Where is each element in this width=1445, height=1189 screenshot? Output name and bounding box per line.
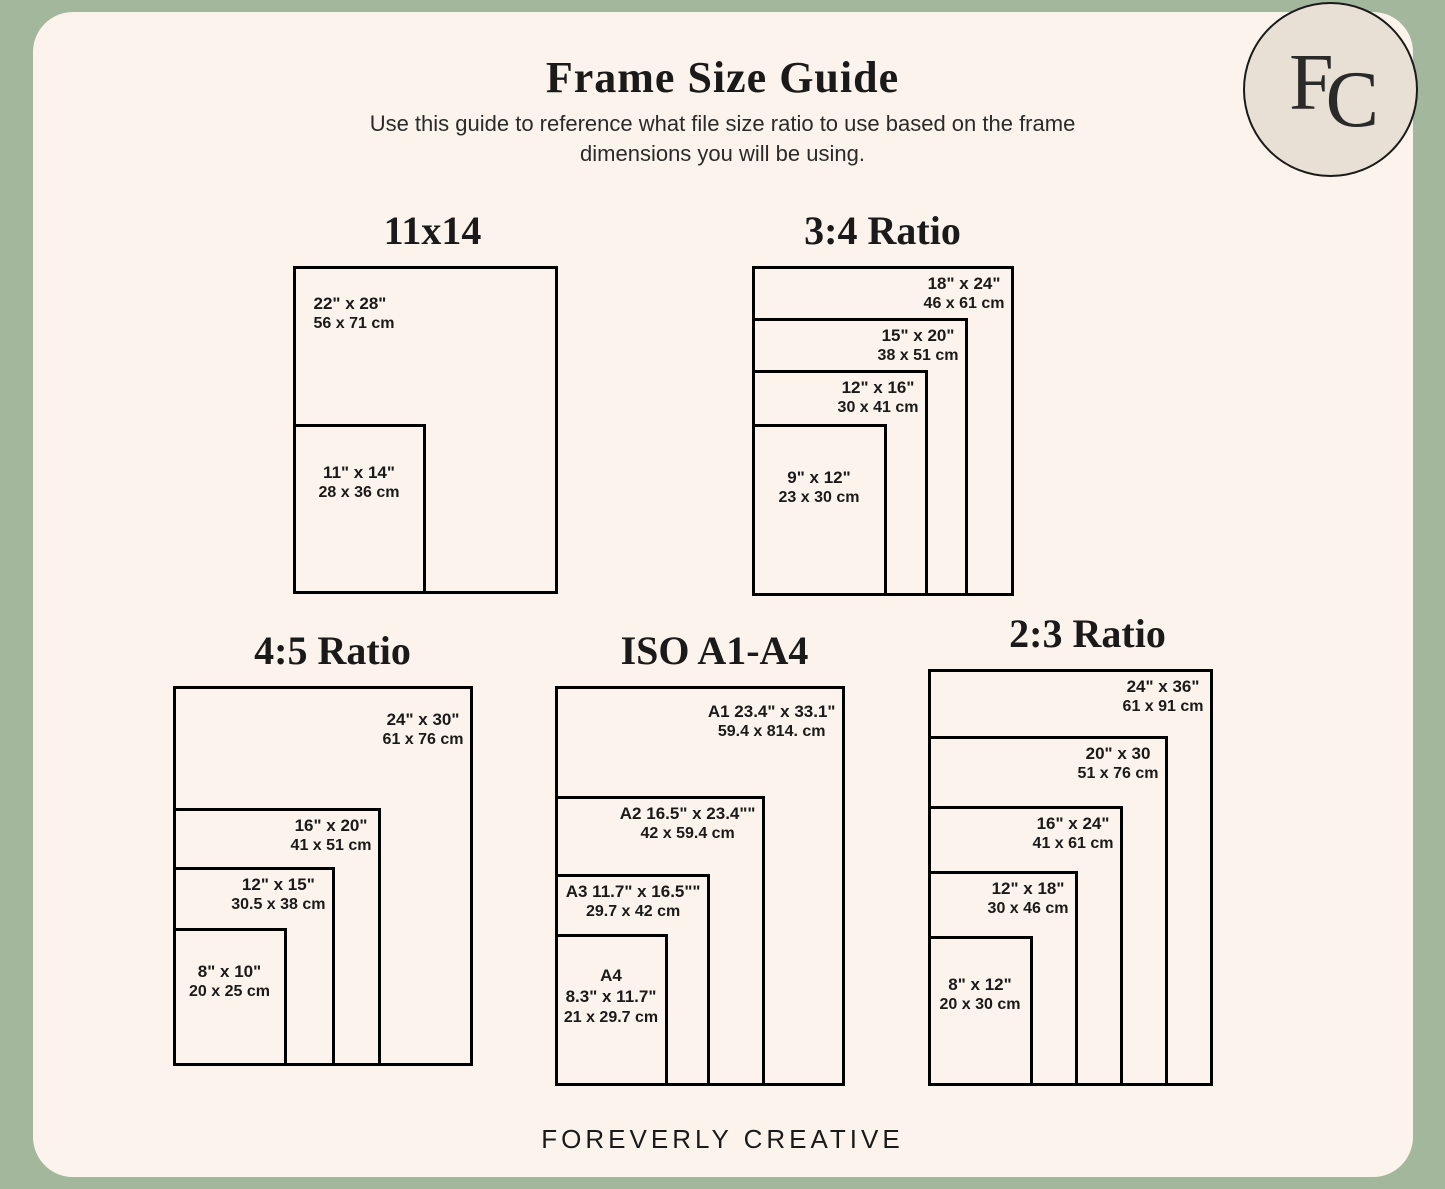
frame-label: 11" x 14" 28 x 36 cm (302, 462, 417, 503)
section-11x14: 11x14 22" x 28" 56 x 71 cm 11" x 14" 28 … (293, 207, 573, 594)
boxes-2-3: 24" x 36" 61 x 91 cm 20" x 30 51 x 76 cm… (928, 669, 1213, 1086)
frame-8x12: 8" x 12" 20 x 30 cm (928, 936, 1033, 1086)
section-title-iso: ISO A1-A4 (555, 627, 875, 674)
frame-label: 8" x 10" 20 x 25 cm (182, 961, 278, 1002)
boxes-11x14: 22" x 28" 56 x 71 cm 11" x 14" 28 x 36 c… (293, 266, 558, 594)
brand-logo: FC (1243, 2, 1418, 177)
logo-letter-c: C (1326, 55, 1371, 146)
section-title-4-5: 4:5 Ratio (173, 627, 493, 674)
frame-label: 12" x 18" 30 x 46 cm (988, 878, 1069, 919)
frame-8x10: 8" x 10" 20 x 25 cm (173, 928, 287, 1066)
section-2-3: 2:3 Ratio 24" x 36" 61 x 91 cm 20" x 30 … (928, 610, 1248, 1086)
frame-label: 12" x 15" 30.5 x 38 cm (231, 874, 325, 915)
frame-label: 18" x 24" 46 x 61 cm (924, 273, 1005, 314)
frame-label: 16" x 20" 41 x 51 cm (291, 815, 372, 856)
section-title-2-3: 2:3 Ratio (928, 610, 1248, 657)
frame-a4: A4 8.3" x 11.7" 21 x 29.7 cm (555, 934, 668, 1086)
page-subtitle: Use this guide to reference what file si… (33, 109, 1413, 168)
section-3-4: 3:4 Ratio 18" x 24" 46 x 61 cm 15" x 20"… (733, 207, 1033, 596)
boxes-4-5: 24" x 30" 61 x 76 cm 16" x 20" 41 x 51 c… (173, 686, 473, 1066)
frame-label: A4 8.3" x 11.7" 21 x 29.7 cm (564, 965, 659, 1028)
frame-label: 15" x 20" 38 x 51 cm (878, 325, 959, 366)
frame-label: 24" x 30" 61 x 76 cm (383, 709, 464, 750)
subtitle-line-1: Use this guide to reference what file si… (370, 111, 1076, 136)
frame-label: 24" x 36" 61 x 91 cm (1123, 676, 1204, 717)
frame-label: 9" x 12" 23 x 30 cm (761, 467, 878, 508)
frame-label: 16" x 24" 41 x 61 cm (1033, 813, 1114, 854)
page-title: Frame Size Guide (33, 52, 1413, 103)
subtitle-line-2: dimensions you will be using. (580, 141, 865, 166)
frame-label: A2 16.5" x 23.4"" 42 x 59.4 cm (620, 803, 756, 844)
frame-label: A3 11.7" x 16.5"" 29.7 x 42 cm (566, 881, 701, 922)
guide-card: FC Frame Size Guide Use this guide to re… (33, 12, 1413, 1177)
boxes-3-4: 18" x 24" 46 x 61 cm 15" x 20" 38 x 51 c… (752, 266, 1014, 596)
frame-label: 20" x 30 51 x 76 cm (1078, 743, 1159, 784)
boxes-iso: A1 23.4" x 33.1" 59.4 x 814. cm A2 16.5"… (555, 686, 845, 1086)
frame-9x12: 9" x 12" 23 x 30 cm (752, 424, 887, 596)
frame-11x14: 11" x 14" 28 x 36 cm (293, 424, 426, 594)
section-4-5: 4:5 Ratio 24" x 30" 61 x 76 cm 16" x 20"… (173, 627, 493, 1066)
frame-label: 12" x 16" 30 x 41 cm (838, 377, 919, 418)
section-title-3-4: 3:4 Ratio (733, 207, 1033, 254)
header: Frame Size Guide Use this guide to refer… (33, 12, 1413, 168)
section-iso: ISO A1-A4 A1 23.4" x 33.1" 59.4 x 814. c… (555, 627, 875, 1086)
footer-brand: FOREVERLY CREATIVE (33, 1124, 1413, 1155)
frame-label: 8" x 12" 20 x 30 cm (937, 974, 1024, 1015)
frame-label: 22" x 28" 56 x 71 cm (314, 293, 395, 334)
section-title-11x14: 11x14 (293, 207, 573, 254)
logo-letter-f: F (1289, 38, 1326, 129)
frame-label: A1 23.4" x 33.1" 59.4 x 814. cm (708, 701, 836, 742)
